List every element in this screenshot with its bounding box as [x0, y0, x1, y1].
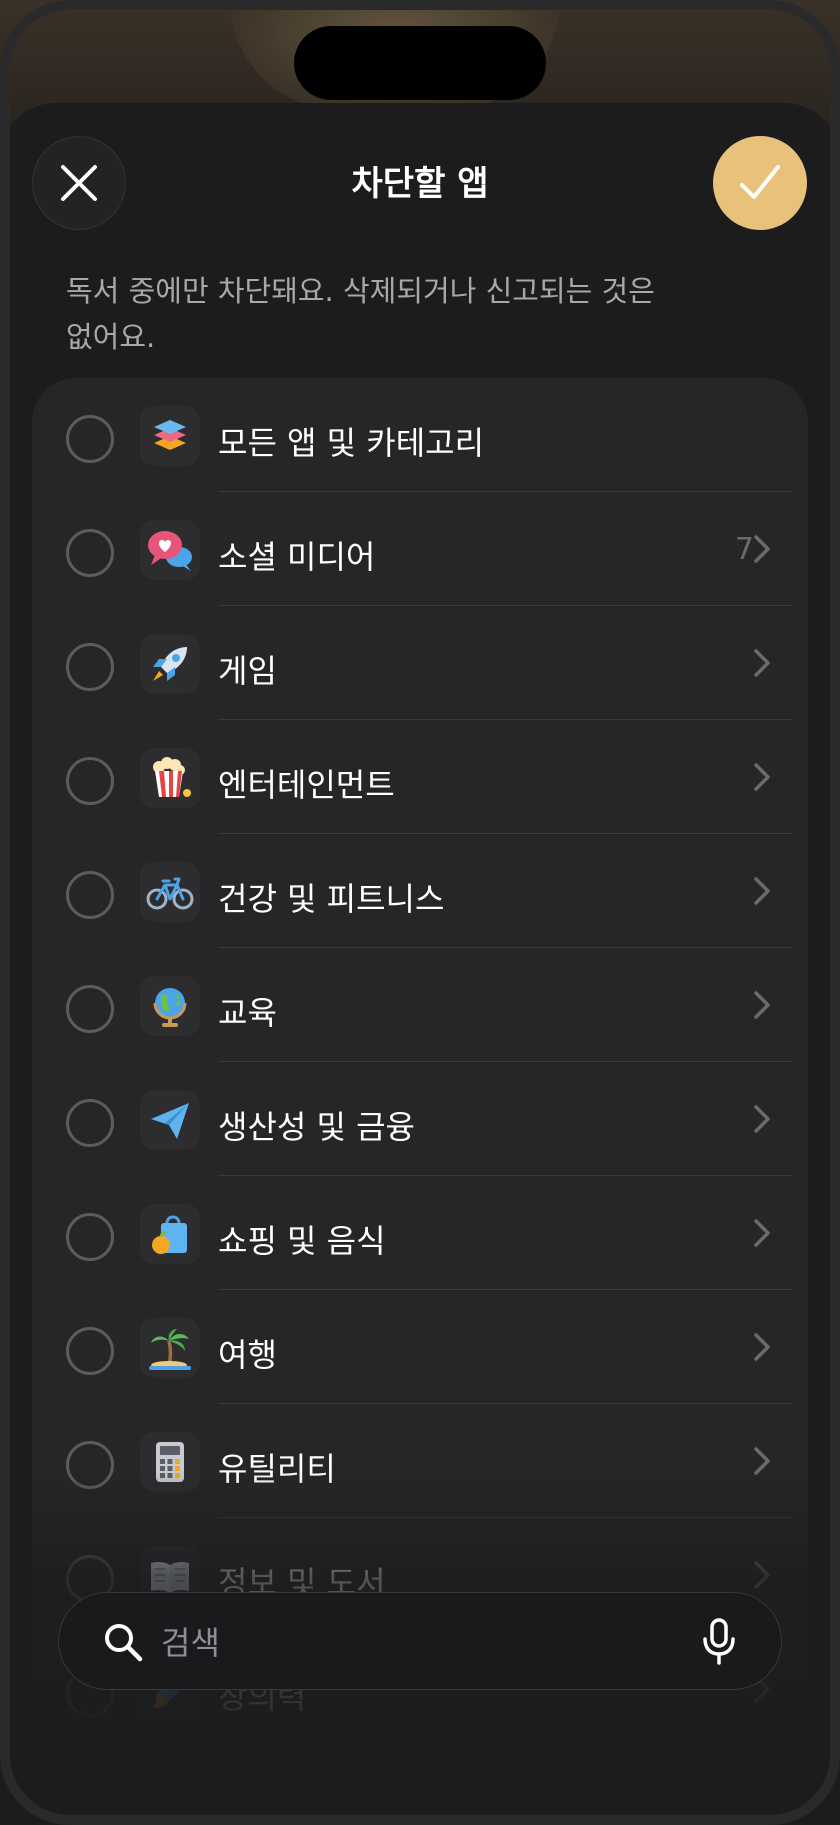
category-label: 게임 — [218, 652, 277, 690]
category-row-education[interactable]: 교육 — [32, 948, 808, 1062]
category-row-social-media[interactable]: 소셜 미디어 7 — [32, 492, 808, 606]
category-row-all-apps[interactable]: 모든 앱 및 카테고리 — [32, 378, 808, 492]
search-input[interactable] — [159, 1615, 663, 1671]
palm-island-icon — [140, 1318, 200, 1378]
radio-button[interactable] — [66, 1441, 114, 1489]
radio-button[interactable] — [66, 415, 114, 463]
confirm-button[interactable] — [713, 136, 807, 230]
radio-button[interactable] — [66, 871, 114, 919]
chevron-right-icon — [754, 1105, 770, 1133]
chevron-right-icon — [754, 1447, 770, 1475]
globe-icon — [140, 976, 200, 1036]
radio-button[interactable] — [66, 757, 114, 805]
stack-icon — [140, 406, 200, 466]
category-label: 여행 — [218, 1336, 277, 1374]
chevron-right-icon — [754, 649, 770, 677]
microphone-icon[interactable] — [699, 1617, 739, 1667]
category-row-health-fitness[interactable]: 건강 및 피트니스 — [32, 834, 808, 948]
category-label: 교육 — [218, 994, 277, 1032]
shopping-bag-icon — [140, 1204, 200, 1264]
category-label: 엔터테인먼트 — [218, 766, 395, 804]
category-label: 모든 앱 및 카테고리 — [218, 424, 485, 462]
chevron-right-icon — [754, 535, 770, 563]
category-row-productivity-finance[interactable]: 생산성 및 금융 — [32, 1062, 808, 1176]
calculator-icon — [140, 1432, 200, 1492]
checkmark-icon — [740, 165, 780, 199]
dynamic-island — [294, 26, 546, 100]
category-row-entertainment[interactable]: 엔터테인먼트 — [32, 720, 808, 834]
selected-count: 7 — [734, 532, 754, 567]
category-row-games[interactable]: 게임 — [32, 606, 808, 720]
paper-plane-icon — [140, 1090, 200, 1150]
radio-button[interactable] — [66, 1099, 114, 1147]
radio-button[interactable] — [66, 1213, 114, 1261]
chevron-right-icon — [754, 1333, 770, 1361]
radio-button[interactable] — [66, 643, 114, 691]
radio-button[interactable] — [66, 529, 114, 577]
radio-button[interactable] — [66, 1327, 114, 1375]
popcorn-icon — [140, 748, 200, 808]
category-row-travel[interactable]: 여행 — [32, 1290, 808, 1404]
chevron-right-icon — [754, 1219, 770, 1247]
chat-heart-icon — [140, 520, 200, 580]
description-text: 독서 중에만 차단돼요. 삭제되거나 신고되는 것은 없어요. — [66, 274, 655, 354]
search-icon — [105, 1624, 143, 1662]
bicycle-icon — [140, 862, 200, 922]
category-label: 유틸리티 — [218, 1450, 336, 1488]
category-row-utilities[interactable]: 유틸리티 — [32, 1404, 808, 1518]
chevron-right-icon — [754, 763, 770, 791]
radio-button[interactable] — [66, 985, 114, 1033]
category-row-shopping-food[interactable]: 쇼핑 및 음식 — [32, 1176, 808, 1290]
rocket-icon — [140, 634, 200, 694]
chevron-right-icon — [754, 1561, 770, 1589]
category-label: 생산성 및 금융 — [218, 1108, 415, 1146]
category-label: 쇼핑 및 음식 — [218, 1222, 386, 1260]
search-bar[interactable] — [58, 1592, 782, 1690]
chevron-right-icon — [754, 877, 770, 905]
category-label: 소셜 미디어 — [218, 538, 376, 576]
chevron-right-icon — [754, 991, 770, 1019]
category-label: 건강 및 피트니스 — [218, 880, 445, 918]
